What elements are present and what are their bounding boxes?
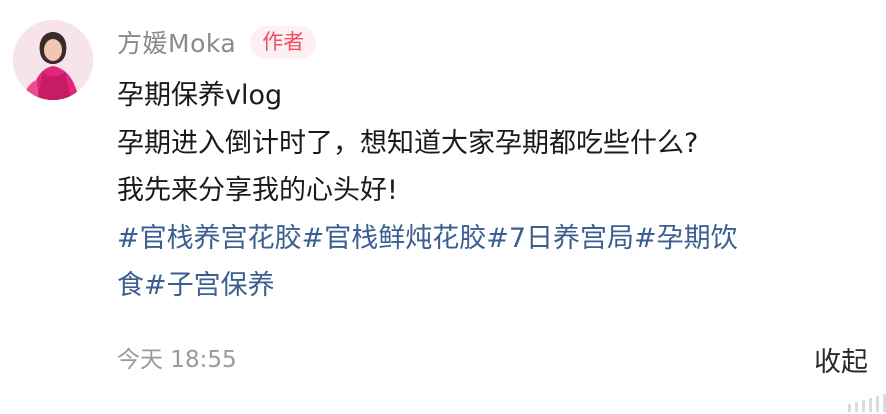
author-row: 方媛Moka 作者 [117,22,317,62]
comment-content: 孕期保养vlog 孕期进入倒计时了，想知道大家孕期都吃些什么? 我先来分享我的心… [117,72,877,310]
comment-timestamp: 今天 18:55 [117,347,237,373]
content-line: 孕期保养vlog [117,80,283,111]
content-line: 我先来分享我的心头好! [117,175,398,206]
hashtag-line[interactable]: 食#子宫保养 [117,262,877,310]
collapse-button[interactable]: 收起 [814,340,868,379]
content-line: 孕期进入倒计时了，想知道大家孕期都吃些什么? [117,127,699,159]
avatar-image [13,20,93,100]
hashtag-block[interactable]: #官栈养宫花胶#官栈鲜炖花胶#7日养宫局#孕期饮 食#子宫保养 [117,215,877,310]
hashtag-line[interactable]: #官栈养宫花胶#官栈鲜炖花胶#7日养宫局#孕期饮 [117,215,877,263]
watermark-bars [848,394,886,412]
author-badge: 作者 [250,25,317,59]
author-avatar[interactable] [13,20,93,100]
author-name[interactable]: 方媛Moka [117,24,236,60]
